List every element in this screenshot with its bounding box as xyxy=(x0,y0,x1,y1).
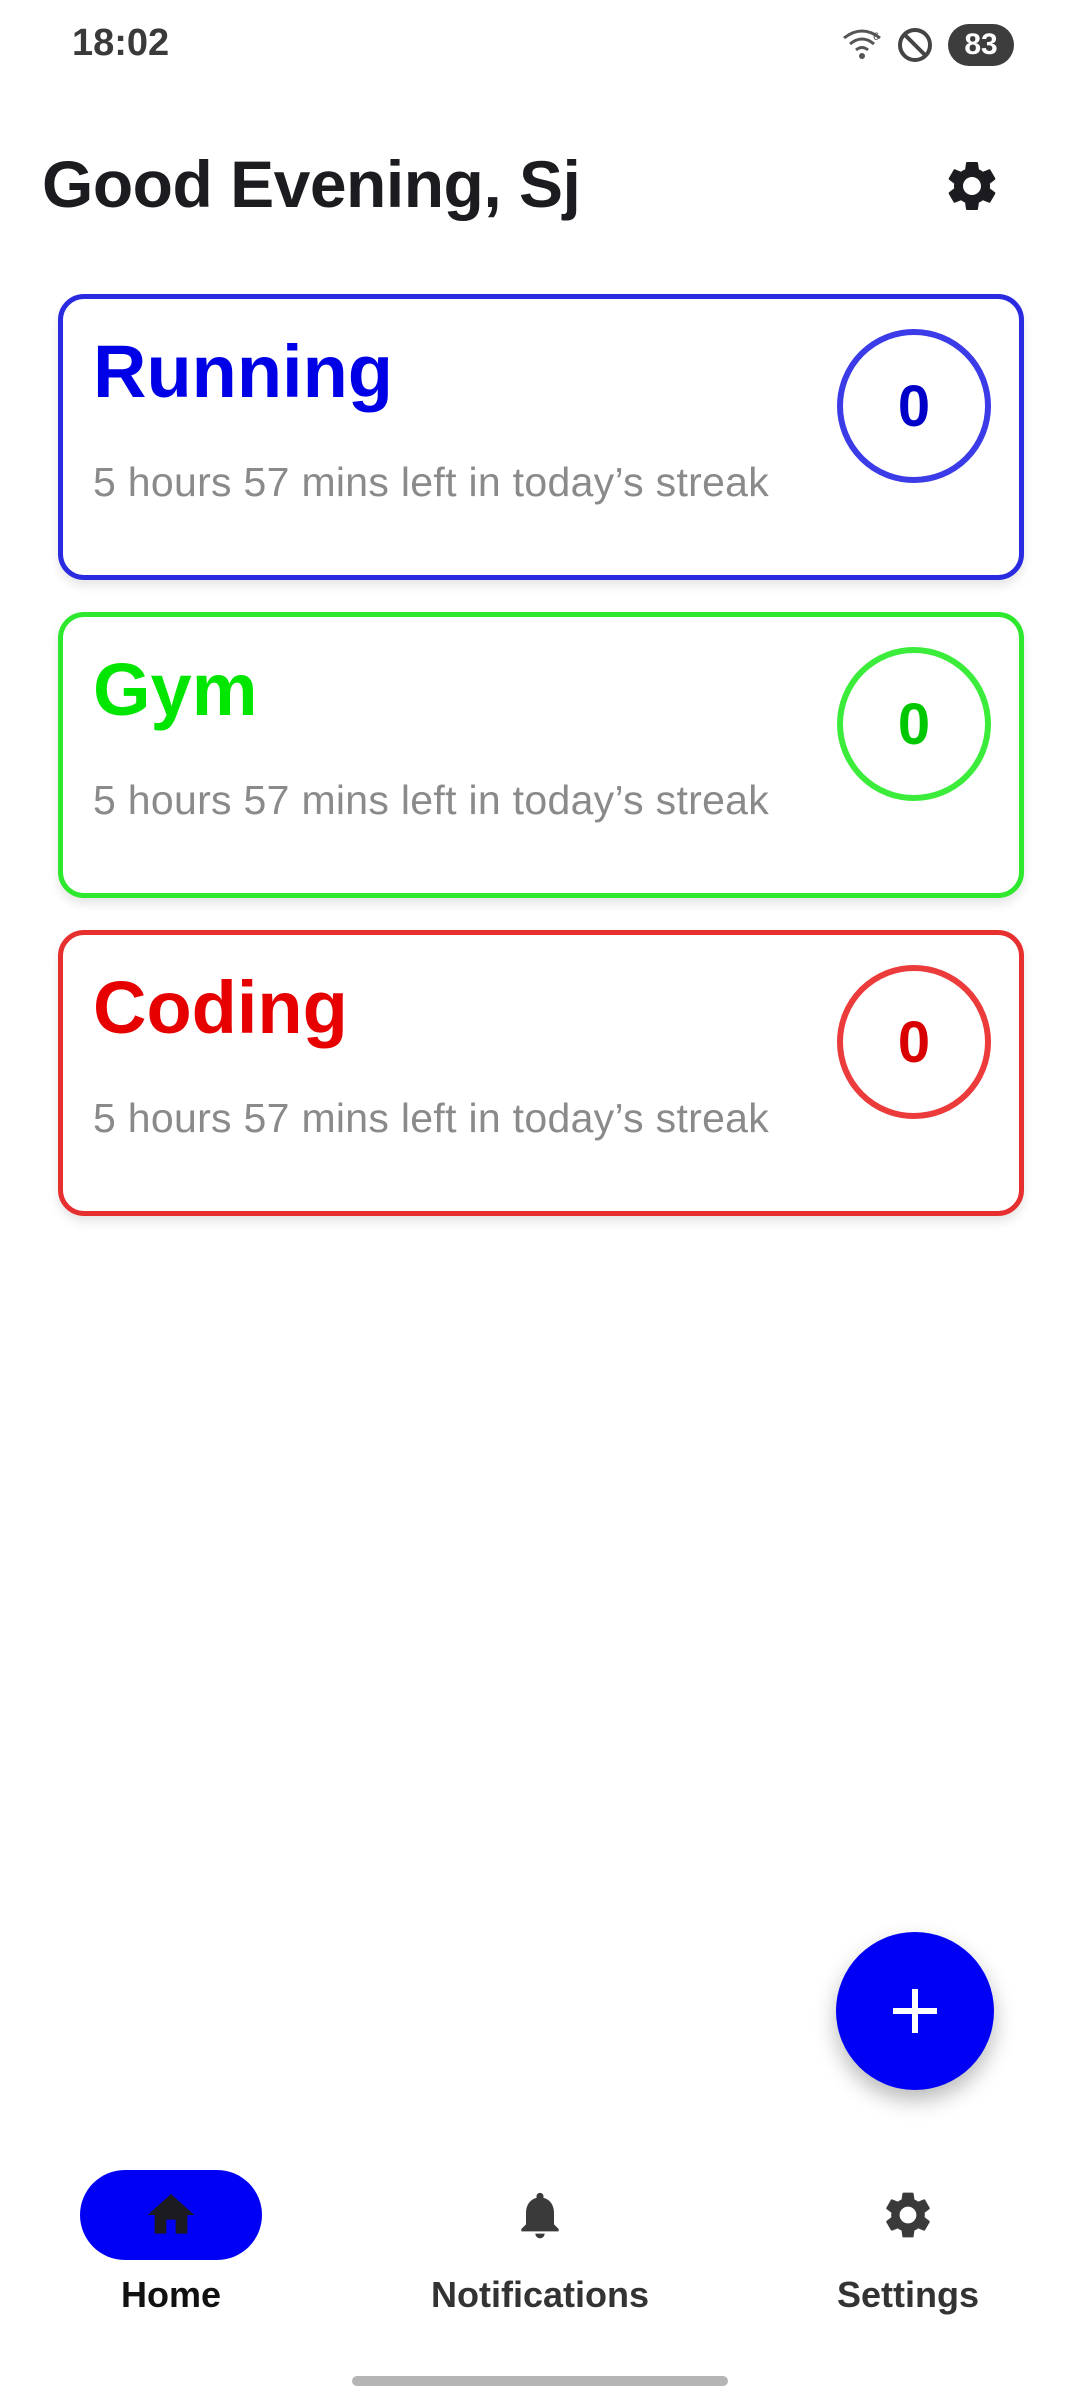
habit-time-left: 5 hours 57 mins left in today’s streak xyxy=(93,459,770,505)
nav-indicator xyxy=(80,2170,262,2260)
nav-icon-container xyxy=(449,2170,631,2260)
habit-card-running[interactable]: Running 5 hours 57 mins left in today’s … xyxy=(58,294,1024,580)
nav-item-settings[interactable]: Settings xyxy=(758,2170,1058,2350)
wifi-icon: 6 xyxy=(843,29,881,59)
battery-level: 83 xyxy=(964,28,998,61)
habit-name: Coding xyxy=(93,966,348,1049)
home-icon xyxy=(147,2194,195,2234)
nav-label: Home xyxy=(120,2274,222,2315)
nav-item-home[interactable]: Home xyxy=(21,2170,321,2350)
streak-count: 0 xyxy=(897,373,931,439)
nav-icon-container xyxy=(817,2170,999,2260)
streak-count: 0 xyxy=(897,1009,931,1075)
status-bar: 18:02 6 83 xyxy=(0,0,1080,90)
streak-counter: 0 xyxy=(837,647,991,801)
do-not-disturb-icon xyxy=(898,28,932,62)
gesture-home-indicator[interactable] xyxy=(352,2376,728,2386)
plus-icon xyxy=(893,1989,937,2033)
gear-icon xyxy=(886,2192,930,2238)
streak-counter: 0 xyxy=(837,329,991,483)
svg-text:6: 6 xyxy=(873,31,879,43)
gear-icon xyxy=(948,162,996,210)
nav-label: Notifications xyxy=(430,2274,649,2315)
add-habit-button[interactable] xyxy=(836,1932,994,2090)
habit-name: Gym xyxy=(93,648,258,731)
greeting-title: Good Evening, Sj xyxy=(42,147,581,221)
status-time: 18:02 xyxy=(72,22,170,64)
settings-button[interactable] xyxy=(940,154,1004,218)
habit-time-left: 5 hours 57 mins left in today’s streak xyxy=(93,1095,770,1141)
streak-counter: 0 xyxy=(837,965,991,1119)
habit-card-gym[interactable]: Gym 5 hours 57 mins left in today’s stre… xyxy=(58,612,1024,898)
status-icons: 6 83 xyxy=(842,20,1014,70)
habit-card-coding[interactable]: Coding 5 hours 57 mins left in today’s s… xyxy=(58,930,1024,1216)
nav-item-notifications[interactable]: Notifications xyxy=(390,2170,690,2350)
home-screen: 18:02 6 83 Good Evening, Sj Running 5 ho… xyxy=(0,0,1080,2400)
battery-indicator: 83 xyxy=(948,24,1014,66)
streak-count: 0 xyxy=(897,691,931,757)
bottom-navigation: Home Notifications Settings xyxy=(0,2150,1080,2350)
nav-label: Settings xyxy=(836,2274,979,2315)
bell-icon xyxy=(521,2192,559,2239)
habit-time-left: 5 hours 57 mins left in today’s streak xyxy=(93,777,770,823)
habit-name: Running xyxy=(93,330,394,413)
